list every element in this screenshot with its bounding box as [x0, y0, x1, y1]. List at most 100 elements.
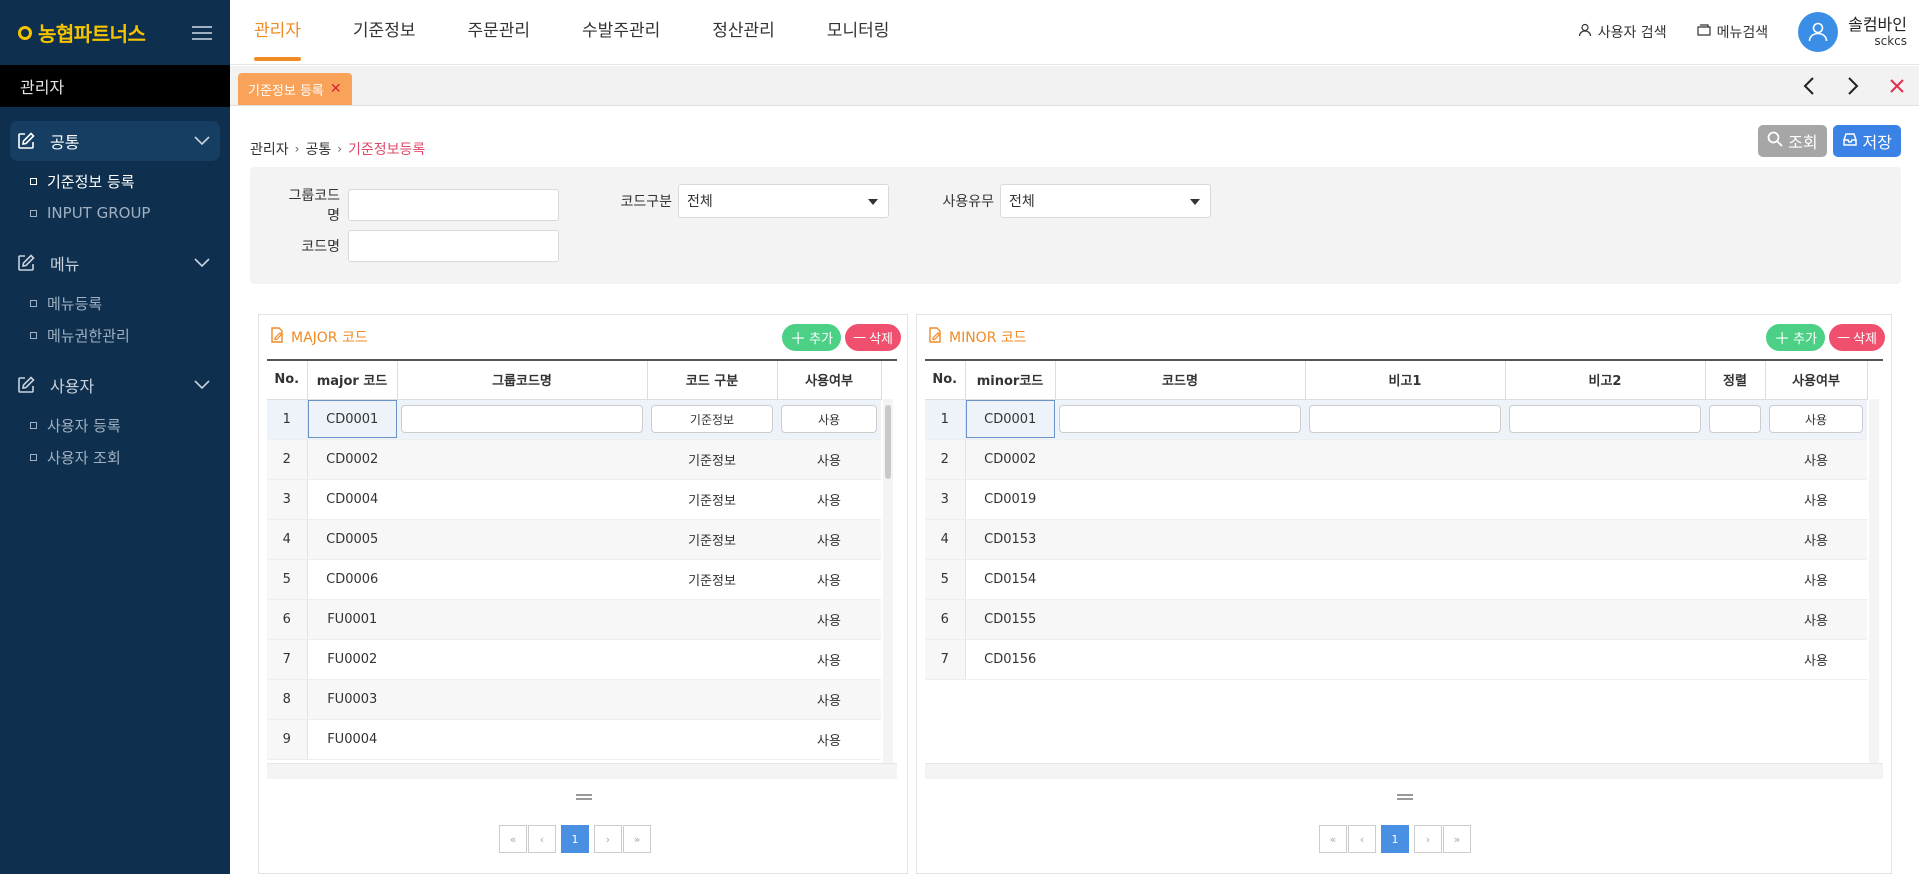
use-cell[interactable]: 사용 [777, 479, 881, 520]
sort-cell[interactable] [1705, 519, 1765, 560]
table-row[interactable]: 5 CD0154 사용 [925, 559, 1867, 600]
hamburger-menu-icon[interactable] [192, 25, 212, 40]
use-cell[interactable]: 사용 [1765, 479, 1867, 520]
sort-cell[interactable] [1705, 559, 1765, 600]
group-name-input[interactable] [401, 405, 643, 433]
sidebar-item-user-register[interactable]: 사용자 등록 [30, 409, 230, 441]
sidebar-item-base-info[interactable]: 기준정보 등록 [30, 165, 230, 197]
major-code-cell[interactable]: CD0001 [307, 399, 397, 440]
table-row[interactable]: 3 CD0019 사용 [925, 479, 1867, 520]
use-input[interactable]: 사용 [781, 405, 877, 433]
column-header[interactable]: 비고2 [1505, 361, 1706, 400]
group-name-cell[interactable] [397, 479, 647, 520]
note1-cell[interactable] [1305, 439, 1505, 480]
sidebar-item-menu-register[interactable]: 메뉴등록 [30, 287, 230, 319]
major-code-cell[interactable]: FU0003 [307, 679, 397, 720]
major-code-cell[interactable]: FU0002 [307, 639, 397, 680]
code-type-cell[interactable]: 기준정보 [647, 519, 777, 560]
resize-grip-icon[interactable] [1397, 794, 1413, 800]
sidebar-group-user-toggle[interactable]: 사용자 [10, 365, 220, 405]
note2-cell[interactable] [1505, 599, 1705, 640]
close-icon[interactable]: ✕ [330, 81, 342, 97]
minor-code-cell[interactable]: CD0155 [965, 599, 1055, 640]
use-cell[interactable]: 사용 [777, 639, 881, 680]
sort-cell[interactable] [1705, 599, 1765, 640]
note1-cell[interactable] [1305, 479, 1505, 520]
table-row[interactable]: 6 CD0155 사용 [925, 599, 1867, 640]
code-name-cell[interactable] [1055, 479, 1305, 520]
scrollbar-thumb[interactable] [885, 405, 891, 479]
note1-cell[interactable] [1305, 399, 1505, 440]
note1-cell[interactable] [1305, 559, 1505, 600]
search-button[interactable]: 조회 [1758, 125, 1827, 157]
menu-purchase-order[interactable]: 수발주관리 [582, 0, 660, 60]
sort-cell[interactable] [1705, 399, 1765, 440]
menu-order[interactable]: 주문관리 [467, 0, 530, 60]
group-name-cell[interactable] [397, 599, 647, 640]
vertical-scrollbar[interactable] [1869, 399, 1879, 763]
code-type-cell[interactable] [647, 639, 777, 680]
chevron-left-icon[interactable] [1799, 72, 1819, 100]
sidebar-group-menu-toggle[interactable]: 메뉴 [10, 243, 220, 283]
sidebar-item-menu-permission[interactable]: 메뉴권한관리 [30, 319, 230, 351]
chevron-right-icon[interactable] [1843, 72, 1863, 100]
sort-input[interactable] [1709, 405, 1761, 433]
column-header[interactable]: minor코드 [965, 361, 1056, 400]
group-name-cell[interactable] [397, 519, 647, 560]
use-cell[interactable]: 사용 [1765, 599, 1867, 640]
minor-code-cell[interactable]: CD0002 [965, 439, 1055, 480]
table-row[interactable]: 7 FU0002 사용 [267, 639, 881, 680]
resize-grip-icon[interactable] [576, 794, 592, 800]
minor-add-button[interactable]: ＋ 추가 [1766, 323, 1826, 351]
sidebar-item-input-group[interactable]: INPUT GROUP [30, 197, 230, 229]
menu-settlement[interactable]: 정산관리 [712, 0, 775, 60]
use-cell[interactable]: 사용 [1765, 639, 1867, 680]
first-page-button[interactable]: « [499, 825, 527, 853]
table-row[interactable]: 3 CD0004 기준정보 사용 [267, 479, 881, 520]
use-cell[interactable]: 사용 [1765, 439, 1867, 480]
group-name-cell[interactable] [397, 719, 647, 760]
code-name-input[interactable] [348, 230, 559, 262]
use-cell[interactable]: 사용 [1765, 519, 1867, 560]
use-cell[interactable]: 사용 [777, 439, 881, 480]
menu-search-link[interactable]: 메뉴검색 [1696, 22, 1768, 42]
code-type-cell[interactable] [647, 719, 777, 760]
minor-code-cell[interactable]: CD0156 [965, 639, 1055, 680]
sidebar-item-user-search[interactable]: 사용자 조회 [30, 441, 230, 473]
sort-cell[interactable] [1705, 479, 1765, 520]
table-row[interactable]: 4 CD0005 기준정보 사용 [267, 519, 881, 560]
breadcrumb-item[interactable]: 관리자 [250, 139, 289, 159]
major-code-cell[interactable]: CD0004 [307, 479, 397, 520]
code-name-input[interactable] [1059, 405, 1301, 433]
column-header[interactable]: major 코드 [307, 361, 398, 400]
use-select[interactable]: 전체 [1000, 184, 1211, 218]
group-name-cell[interactable] [397, 639, 647, 680]
minor-delete-button[interactable]: — 삭제 [1829, 323, 1885, 351]
tab-base-info-register[interactable]: 기준정보 등록 ✕ [238, 73, 352, 105]
column-header[interactable]: 정렬 [1705, 361, 1766, 400]
table-row[interactable]: 2 CD0002 사용 [925, 439, 1867, 480]
code-name-cell[interactable] [1055, 439, 1305, 480]
note2-cell[interactable] [1505, 559, 1705, 600]
code-name-cell[interactable] [1055, 399, 1305, 440]
code-type-cell[interactable]: 기준정보 [647, 479, 777, 520]
prev-page-button[interactable]: ‹ [528, 825, 556, 853]
note2-cell[interactable] [1505, 479, 1705, 520]
note2-cell[interactable] [1505, 399, 1705, 440]
sidebar-group-common-toggle[interactable]: 공통 [10, 121, 220, 161]
note1-cell[interactable] [1305, 599, 1505, 640]
column-header[interactable]: 그룹코드명 [397, 361, 648, 400]
table-row[interactable]: 6 FU0001 사용 [267, 599, 881, 640]
major-code-cell[interactable]: CD0006 [307, 559, 397, 600]
avatar[interactable] [1798, 12, 1839, 52]
note1-input[interactable] [1309, 405, 1501, 433]
menu-admin[interactable]: 관리자 [254, 0, 301, 61]
next-page-button[interactable]: › [594, 825, 622, 853]
use-cell[interactable]: 사용 [777, 599, 881, 640]
column-header[interactable]: 코드 구분 [647, 361, 778, 400]
table-row[interactable]: 1 CD0001 기준정보 사용 [267, 399, 881, 440]
major-add-button[interactable]: ＋ 추가 [782, 323, 842, 351]
code-type-cell[interactable]: 기준정보 [647, 439, 777, 480]
column-header[interactable]: 코드명 [1055, 361, 1306, 400]
group-name-cell[interactable] [397, 399, 647, 440]
